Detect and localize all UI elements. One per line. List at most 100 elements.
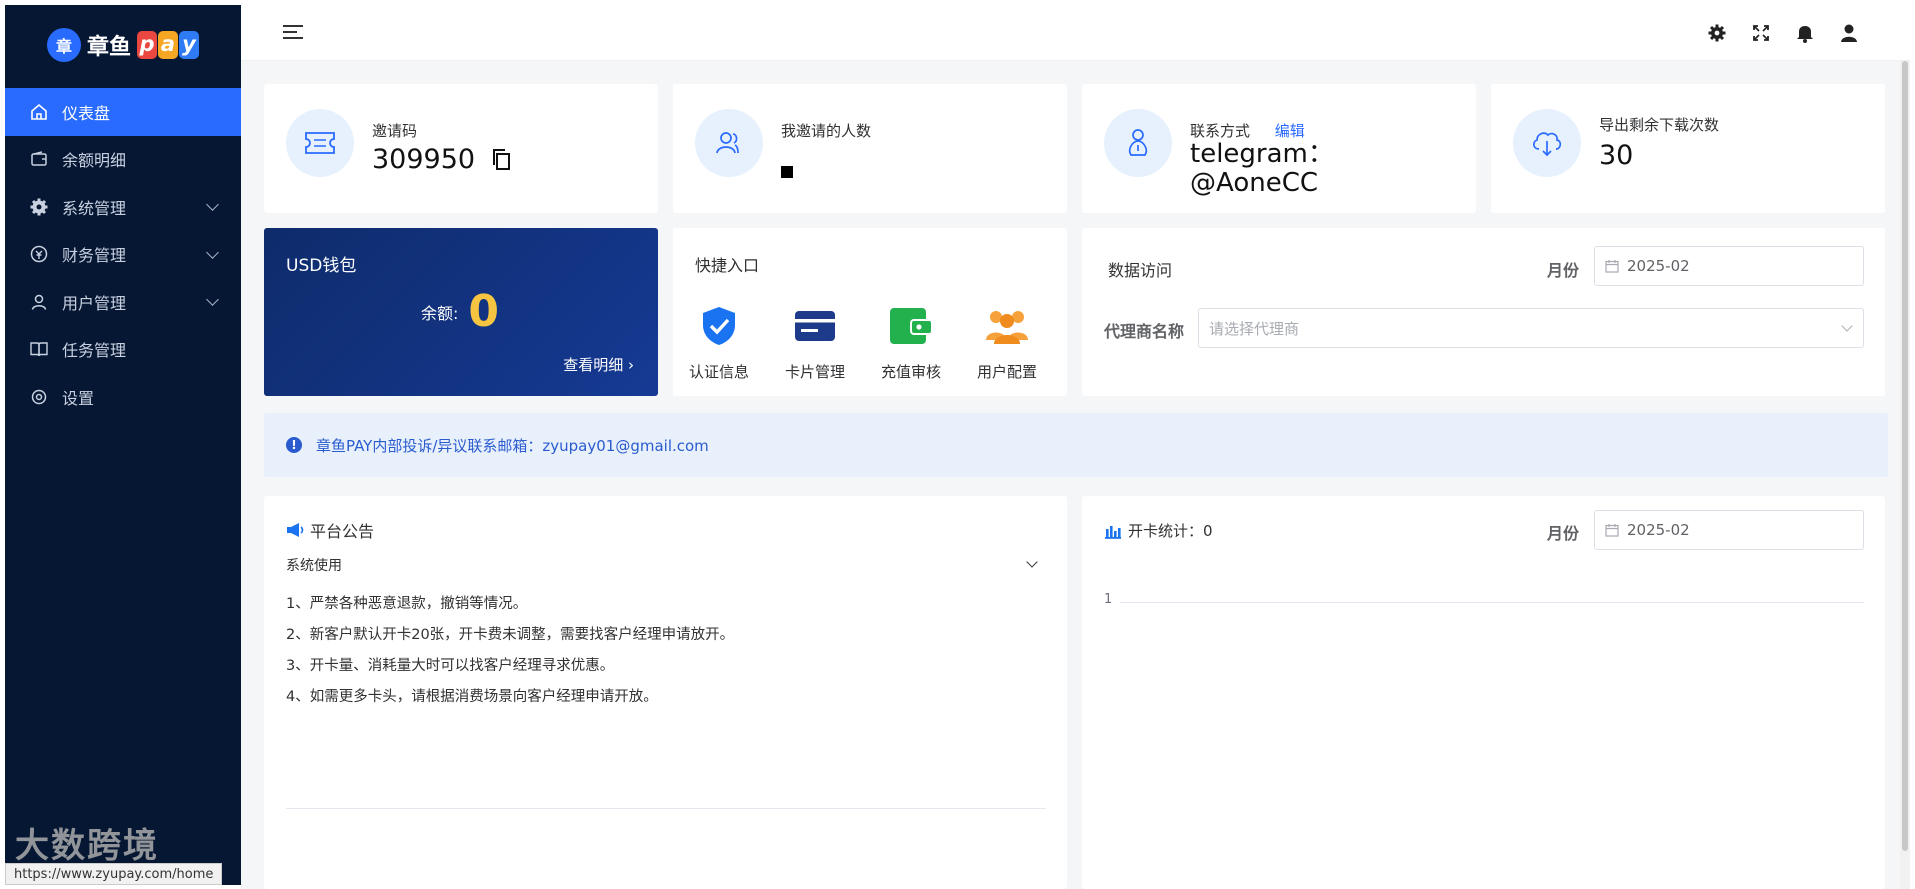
sidebar-item-settings[interactable]: 设置 xyxy=(5,373,241,421)
user-icon xyxy=(28,291,50,313)
data-access-card: 数据访问 月份 2025-02 代理商名称 请选择代理商 xyxy=(1082,228,1885,396)
invite-code-label: 邀请码 xyxy=(372,122,418,140)
quick-item-cards[interactable]: 卡片管理 xyxy=(770,303,860,382)
credit-card-icon xyxy=(792,303,838,349)
quick-entry-title: 快捷入口 xyxy=(695,256,760,275)
chevron-down-icon xyxy=(206,198,219,211)
fullscreen-icon[interactable] xyxy=(1750,22,1772,44)
announcement-section-header[interactable]: 系统使用 xyxy=(286,550,1046,580)
main-content: 邀请码 309950 我邀请的人数 联系方式 编辑 telegram： @Aon… xyxy=(241,61,1910,889)
card-stats-card: 开卡统计：0 月份 2025-02 1 xyxy=(1082,496,1885,889)
announcement-line: 2、新客户默认开卡20张，开卡费未调整，需要找客户经理申请放开。 xyxy=(286,627,735,643)
user-avatar-icon[interactable] xyxy=(1838,22,1860,44)
menu-toggle-icon[interactable] xyxy=(283,25,303,41)
sidebar-item-label: 设置 xyxy=(62,388,95,408)
ticket-icon xyxy=(286,109,354,177)
settings-icon xyxy=(28,386,50,408)
announcement-list: 1、严禁各种恶意退款，撤销等情况。 2、新客户默认开卡20张，开卡费未调整，需要… xyxy=(286,589,734,713)
chevron-down-icon xyxy=(206,245,219,259)
sidebar-menu: 仪表盘 余额明细 系统管理 财务管理 用户管理 任务管理 设置 xyxy=(5,88,241,421)
bell-icon[interactable] xyxy=(1794,22,1816,44)
app-frame: 章 章鱼 p a y 仪表盘 余额明细 系统管理 财务管理 用户管理 任务管理 … xyxy=(0,0,1915,889)
invite-code-value: 309950 xyxy=(372,144,512,175)
chevron-down-icon xyxy=(1841,320,1853,332)
announcement-section-title: 系统使用 xyxy=(286,558,342,574)
sidebar-item-label: 余额明细 xyxy=(62,151,127,171)
invite-code-card: 邀请码 309950 xyxy=(264,84,658,213)
info-icon: ! xyxy=(286,437,302,453)
announcement-card: 平台公告 系统使用 1、严禁各种恶意退款，撤销等情况。 2、新客户默认开卡20张… xyxy=(264,496,1067,889)
contact-card: 联系方式 编辑 telegram： @AoneCC xyxy=(1082,84,1476,213)
scrollbar-thumb[interactable] xyxy=(1902,61,1908,851)
copy-icon[interactable] xyxy=(492,148,512,172)
month-label: 月份 xyxy=(1547,261,1580,280)
complaint-notice: ! 章鱼PAY内部投诉/异议联系邮箱：zyupay01@gmail.com xyxy=(264,413,1888,477)
brand-pay-letter: p xyxy=(137,31,157,59)
download-quota-value: 30 xyxy=(1599,140,1634,171)
cloud-download-icon xyxy=(1513,109,1581,177)
invited-count-value xyxy=(781,154,793,185)
chart-gridline xyxy=(1120,602,1864,603)
settings-gear-icon[interactable] xyxy=(1706,22,1728,44)
users-group-icon xyxy=(984,303,1030,349)
sidebar-item-label: 财务管理 xyxy=(62,246,127,266)
brand-pay-letter: y xyxy=(179,31,199,59)
contact-value-line: @AoneCC xyxy=(1190,168,1319,198)
green-wallet-icon xyxy=(888,303,934,349)
announcement-header: 平台公告 xyxy=(286,518,374,542)
agent-select[interactable]: 请选择代理商 xyxy=(1198,308,1864,348)
announcement-line: 3、开卡量、消耗量大时可以找客户经理寻求优惠。 xyxy=(286,658,615,674)
wallet-balance-value: 0 xyxy=(468,286,500,337)
wallet-details-link[interactable]: 查看明细 › xyxy=(563,354,634,375)
contact-value-line: telegram： xyxy=(1190,139,1334,169)
complaint-notice-text: 章鱼PAY内部投诉/异议联系邮箱：zyupay01@gmail.com xyxy=(316,436,709,455)
agent-name-label: 代理商名称 xyxy=(1104,322,1185,341)
scrollbar[interactable] xyxy=(1900,61,1910,889)
agent-select-placeholder: 请选择代理商 xyxy=(1209,319,1300,338)
quick-item-user-config[interactable]: 用户配置 xyxy=(962,303,1052,382)
sidebar-item-users[interactable]: 用户管理 xyxy=(5,278,241,326)
card-stats-month-picker[interactable]: 2025-02 xyxy=(1594,510,1864,550)
shield-check-icon xyxy=(696,303,742,349)
contact-label: 联系方式 xyxy=(1190,122,1251,140)
quick-item-recharge[interactable]: 充值审核 xyxy=(866,303,956,382)
download-quota-card: 导出剩余下载次数 30 xyxy=(1491,84,1885,213)
gear-icon xyxy=(28,196,50,218)
month-picker-value: 2025-02 xyxy=(1627,521,1690,539)
chart-y-tick-label: 1 xyxy=(1104,592,1113,607)
quick-item-auth[interactable]: 认证信息 xyxy=(674,303,764,382)
users-icon xyxy=(695,109,763,177)
month-label: 月份 xyxy=(1547,524,1580,543)
month-picker[interactable]: 2025-02 xyxy=(1594,246,1864,286)
calendar-icon xyxy=(1605,523,1619,537)
contact-icon xyxy=(1104,109,1172,177)
sidebar-item-balance[interactable]: 余额明细 xyxy=(5,136,241,184)
top-bar xyxy=(241,5,1910,61)
sidebar-item-finance[interactable]: 财务管理 xyxy=(5,231,241,279)
calendar-icon xyxy=(1605,259,1619,273)
card-stats-title: 开卡统计：0 xyxy=(1128,522,1213,540)
chevron-down-icon xyxy=(206,293,219,306)
sidebar-item-system[interactable]: 系统管理 xyxy=(5,183,241,231)
divider xyxy=(286,808,1046,809)
edit-contact-link[interactable]: 编辑 xyxy=(1275,122,1305,140)
book-icon xyxy=(28,338,50,360)
sidebar-item-tasks[interactable]: 任务管理 xyxy=(5,326,241,374)
sidebar-item-dashboard[interactable]: 仪表盘 xyxy=(5,88,241,136)
brand-logo[interactable]: 章 章鱼 p a y xyxy=(5,5,241,85)
month-picker-value: 2025-02 xyxy=(1627,257,1690,275)
card-stats-header: 开卡统计：0 xyxy=(1104,520,1213,541)
brand-pay-letter: a xyxy=(158,31,178,59)
wallet-balance-row: 余额: 0 xyxy=(421,286,499,337)
wallet-icon xyxy=(28,148,50,170)
home-icon xyxy=(28,101,50,123)
announcement-line: 1、严禁各种恶意退款，撤销等情况。 xyxy=(286,596,528,612)
chevron-down-icon xyxy=(1026,556,1038,568)
quick-item-label: 卡片管理 xyxy=(784,363,845,381)
invited-count-label: 我邀请的人数 xyxy=(781,122,872,140)
invite-code-number: 309950 xyxy=(372,144,476,175)
usd-wallet-card: USD钱包 余额: 0 查看明细 › xyxy=(264,228,658,396)
redaction-mark xyxy=(781,166,793,178)
sidebar-item-label: 用户管理 xyxy=(62,293,127,313)
megaphone-icon xyxy=(287,523,304,537)
